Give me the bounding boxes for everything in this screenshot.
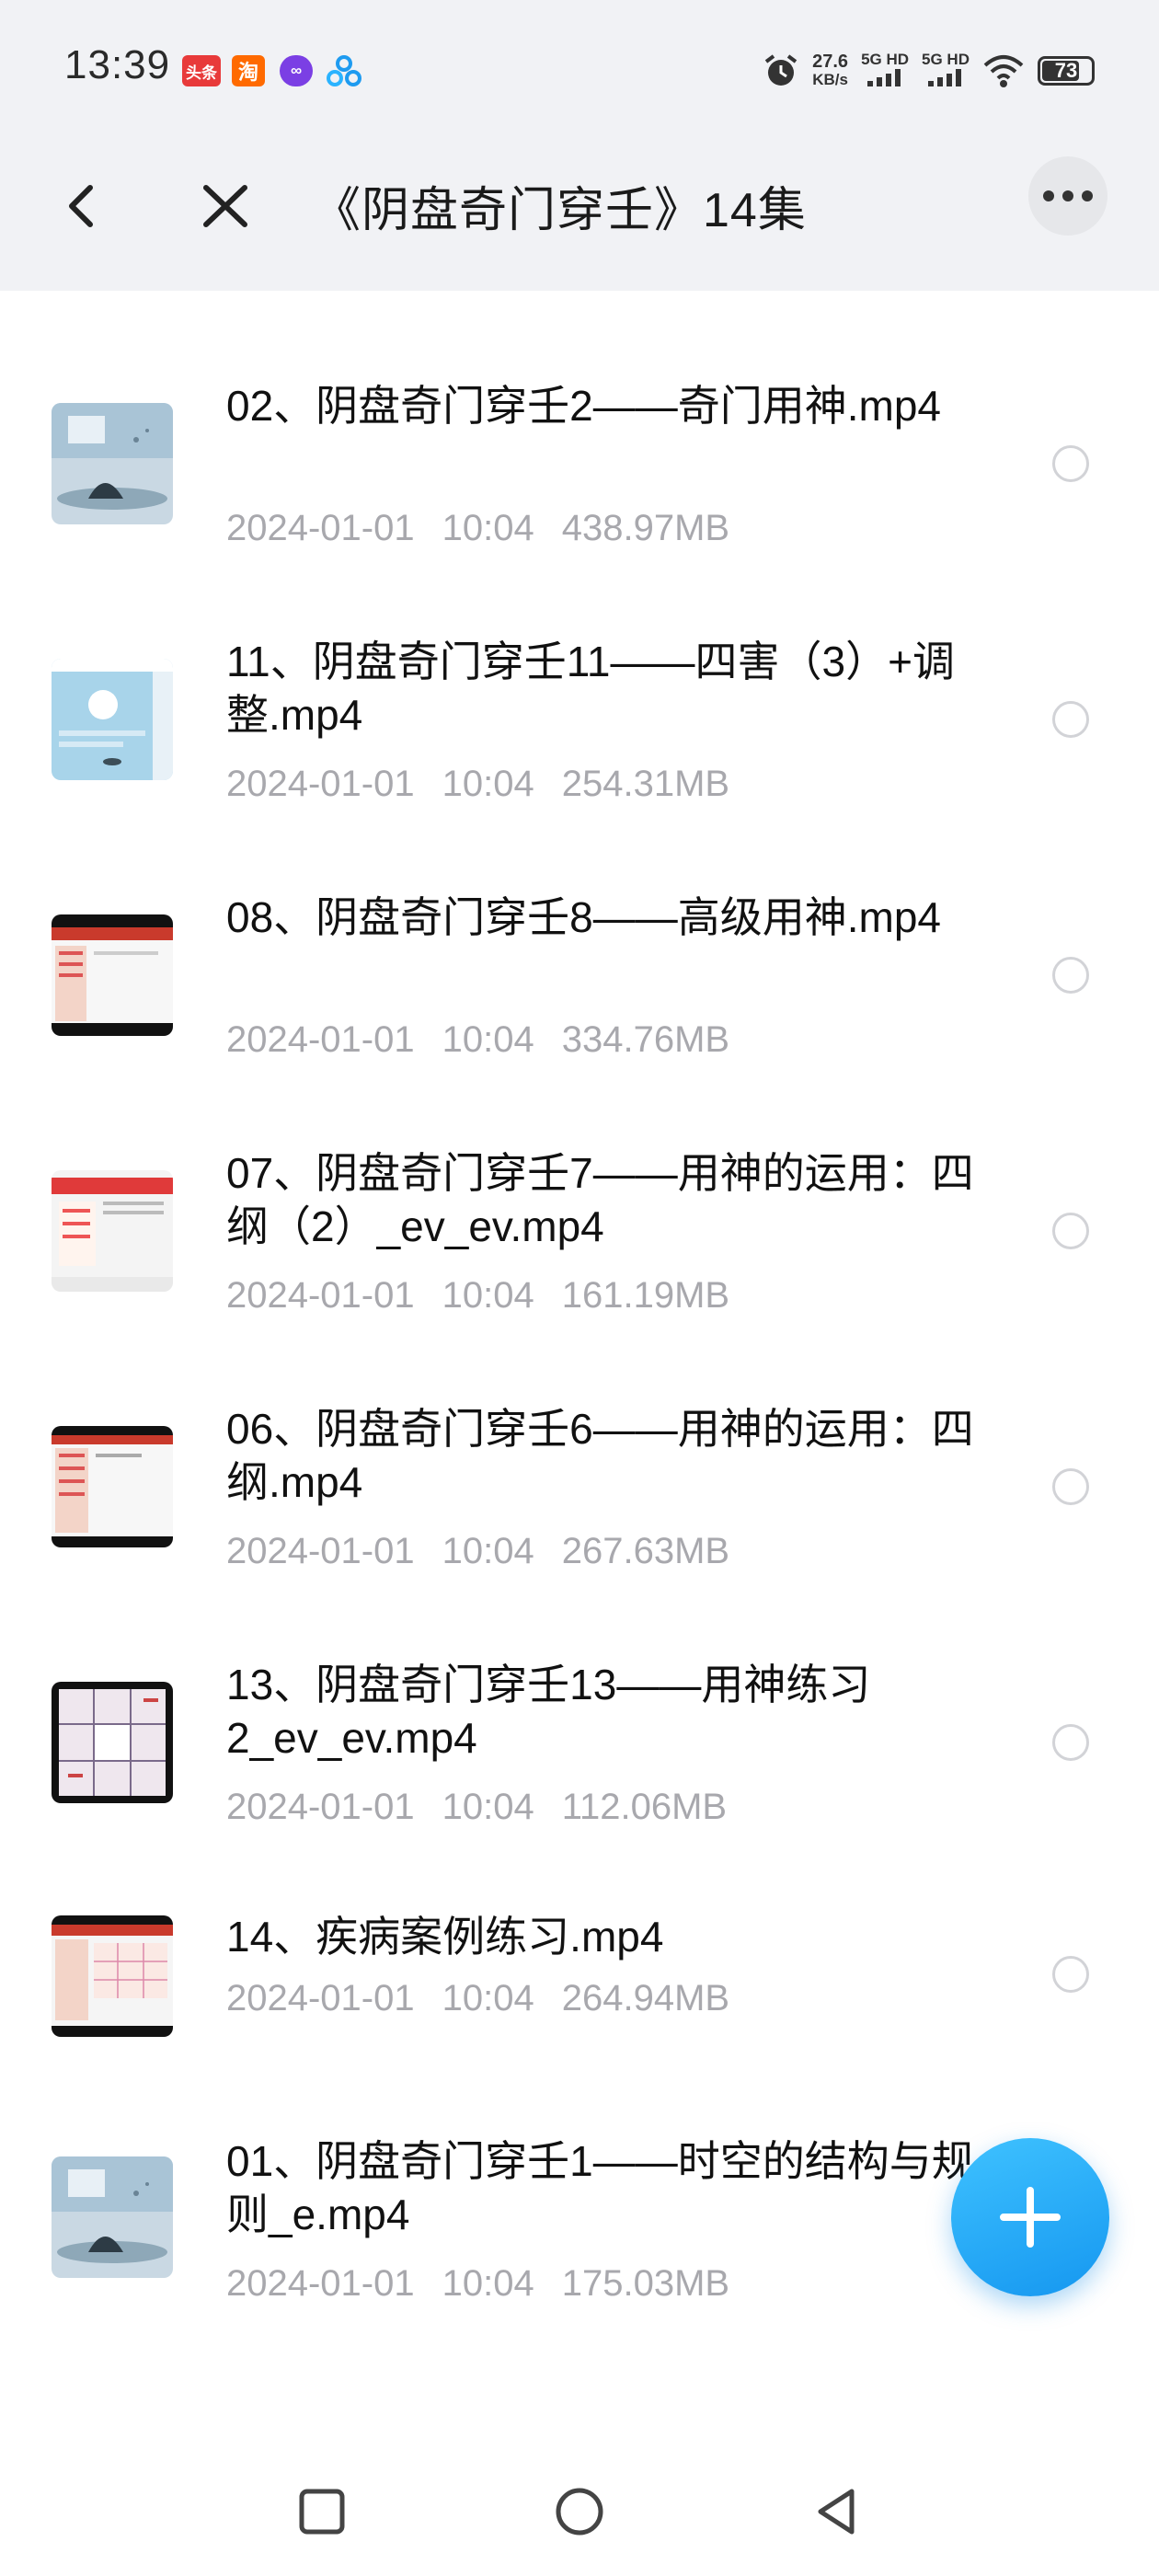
video-thumbnail	[52, 1915, 173, 2037]
file-meta: 2024-01-01 10:04 334.76MB	[226, 1019, 730, 1060]
wifi-icon	[983, 55, 1024, 87]
file-meta: 2024-01-01 10:04 264.94MB	[226, 1978, 730, 2018]
select-checkbox[interactable]	[1052, 957, 1089, 994]
top-app-bar: 《阴盘奇门穿壬》14集	[0, 116, 1159, 291]
file-meta: 2024-01-01 10:04 254.31MB	[226, 764, 730, 804]
file-name: 02、阴盘奇门穿壬2——奇门用神.mp4	[226, 382, 942, 430]
home-button[interactable]	[546, 2478, 613, 2545]
file-meta: 2024-01-01 10:04 175.03MB	[226, 2263, 730, 2304]
file-name: 11、阴盘奇门穿壬11——四害（3）+调整.mp4	[226, 638, 955, 739]
file-name: 07、阴盘奇门穿壬7——用神的运用：四纲（2）_ev_ev.mp4	[226, 1149, 974, 1250]
select-checkbox[interactable]	[1052, 1956, 1089, 1993]
video-thumbnail	[52, 1682, 173, 1803]
file-meta: 2024-01-01 10:04 438.97MB	[226, 508, 730, 548]
list-item[interactable]: 06、阴盘奇门穿壬6——用神的运用：四纲.mp4 2024-01-01 10:04…	[0, 1314, 1159, 1571]
signal-1: 5G HD	[861, 52, 909, 90]
video-thumbnail	[52, 1170, 173, 1292]
infinity-icon: ∞	[280, 55, 313, 86]
file-name: 14、疾病案例练习.mp4	[226, 1913, 664, 1961]
back-button[interactable]	[55, 169, 110, 243]
more-button[interactable]	[1028, 156, 1107, 236]
signal-2: 5G HD	[922, 52, 970, 90]
list-item[interactable]: 13、阴盘奇门穿壬13——用神练习2_ev_ev.mp4 2024-01-01 1…	[0, 1570, 1159, 1827]
recent-apps-button[interactable]	[289, 2478, 355, 2545]
list-item[interactable]: 02、阴盘奇门穿壬2——奇门用神.mp4 2024-01-01 10:04 438.…	[0, 291, 1159, 548]
taobao-icon: 淘	[232, 55, 265, 86]
page-title: 《阴盘奇门穿壬》14集	[313, 184, 807, 237]
video-thumbnail	[52, 2156, 173, 2278]
video-thumbnail	[52, 1426, 173, 1547]
video-thumbnail	[52, 659, 173, 780]
chevron-left-icon	[69, 185, 93, 227]
video-thumbnail	[52, 914, 173, 1036]
list-item[interactable]: 08、阴盘奇门穿壬8——高级用神.mp4 2024-01-01 10:04 334.…	[0, 802, 1159, 1060]
select-checkbox[interactable]	[1052, 1724, 1089, 1761]
select-checkbox[interactable]	[1052, 1213, 1089, 1249]
status-indicators: 27.6 KB/s 5G HD 5G HD 73	[763, 48, 1095, 94]
file-meta: 2024-01-01 10:04 267.63MB	[226, 1531, 730, 1571]
add-button[interactable]	[951, 2138, 1109, 2296]
triangle-circles-icon	[326, 55, 362, 86]
select-checkbox[interactable]	[1052, 445, 1089, 482]
system-nav-bar	[0, 2447, 1159, 2576]
toutiao-icon: 头条	[182, 55, 221, 86]
status-time: 13:39	[64, 42, 171, 87]
battery-icon: 73	[1038, 56, 1095, 86]
system-back-button[interactable]	[804, 2478, 870, 2545]
status-bar: 13:39 头条 淘 ∞ 27.6 KB/s 5G HD 5G HD 73	[0, 0, 1159, 116]
alarm-icon	[764, 54, 798, 86]
file-name: 06、阴盘奇门穿壬6——用神的运用：四纲.mp4	[226, 1405, 974, 1506]
more-dots-icon	[1043, 190, 1093, 201]
file-meta: 2024-01-01 10:04 112.06MB	[226, 1787, 728, 1827]
select-checkbox[interactable]	[1052, 1468, 1089, 1505]
file-name: 13、阴盘奇门穿壬13——用神练习2_ev_ev.mp4	[226, 1661, 871, 1762]
close-button[interactable]	[193, 169, 258, 243]
file-name: 08、阴盘奇门穿壬8——高级用神.mp4	[226, 893, 942, 941]
home-icon	[556, 2488, 603, 2536]
recent-apps-icon	[299, 2489, 345, 2535]
select-checkbox[interactable]	[1052, 701, 1089, 738]
list-item[interactable]: 11、阴盘奇门穿壬11——四害（3）+调整.mp4 2024-01-01 10:0…	[0, 546, 1159, 804]
file-name: 01、阴盘奇门穿壬1——时空的结构与规则_e.mp4	[226, 2137, 974, 2238]
plus-icon	[1000, 2187, 1061, 2248]
network-speed: 27.6 KB/s	[812, 52, 849, 88]
file-meta: 2024-01-01 10:04 161.19MB	[226, 1275, 730, 1316]
back-icon	[818, 2489, 855, 2535]
video-thumbnail	[52, 403, 173, 524]
close-icon	[203, 185, 247, 227]
list-item[interactable]: 07、阴盘奇门穿壬7——用神的运用：四纲（2）_ev_ev.mp4 2024-0…	[0, 1058, 1159, 1316]
list-item[interactable]: 14、疾病案例练习.mp4 2024-01-01 10:04 264.94MB	[0, 1825, 1159, 2037]
